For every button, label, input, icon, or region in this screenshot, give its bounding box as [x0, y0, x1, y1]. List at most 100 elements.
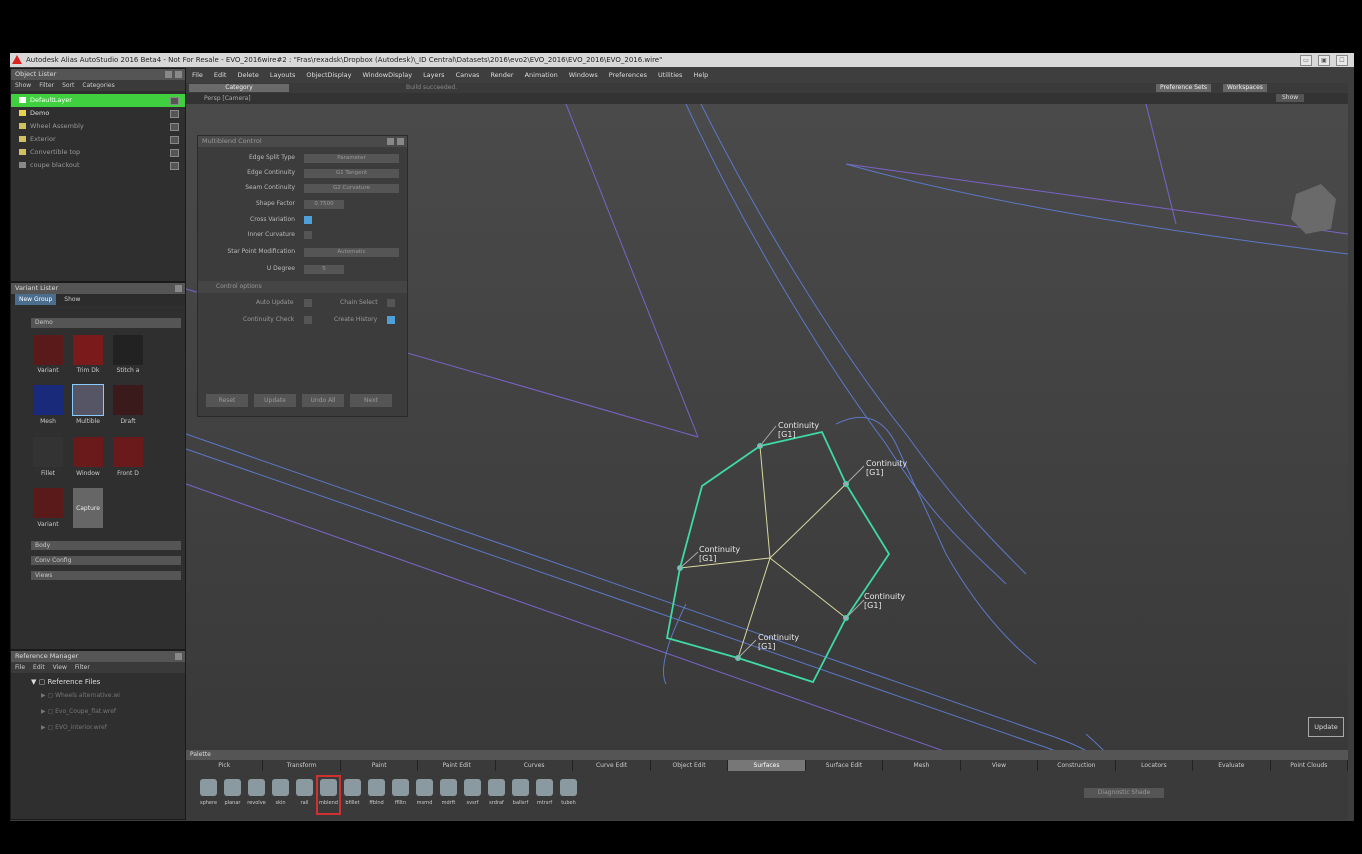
maximize-button[interactable]: ▣ [1318, 55, 1330, 66]
tool-fflltn[interactable]: fflltn [390, 777, 411, 813]
tool-ffblnd[interactable]: ffblnd [366, 777, 387, 813]
layer-visibility-icon[interactable] [170, 136, 179, 144]
ref-file-item[interactable]: ▶ ▢ Evo_Coupe_flat.wref [31, 708, 149, 724]
variant-thumbnail[interactable] [113, 385, 143, 415]
cross-variation-checkbox[interactable] [304, 216, 312, 224]
variant-thumbnail[interactable] [113, 335, 143, 365]
tool-sphere[interactable]: sphere [198, 777, 219, 813]
ref-file-item[interactable]: ▶ ▢ Wheels alternative.wi [31, 692, 149, 708]
dialog-close-icon[interactable] [397, 138, 404, 145]
seam-continuity-select[interactable]: G2 Curvature [304, 184, 399, 193]
continuity-check-checkbox[interactable] [304, 316, 312, 324]
variant-slider-conv-config[interactable]: Conv Config [31, 556, 181, 565]
tool-svsrf[interactable]: svsrf [462, 777, 483, 813]
panel-pin-icon[interactable] [175, 285, 182, 292]
variant-thumbnail[interactable] [72, 384, 104, 416]
palette-tab-pick[interactable]: Pick [186, 760, 264, 771]
layer-visibility-icon[interactable] [170, 110, 179, 118]
panel-close-icon[interactable] [175, 71, 182, 78]
category-dropdown[interactable]: Category [189, 84, 289, 92]
menu-filter[interactable]: Filter [39, 80, 54, 91]
layer-visibility-icon[interactable] [170, 123, 179, 131]
palette-tab-paint-edit[interactable]: Paint Edit [418, 760, 496, 771]
u-degree-field[interactable]: 5 [304, 265, 344, 274]
menu-windowdisplay[interactable]: WindowDisplay [362, 71, 412, 79]
control-options-header[interactable]: Control options [216, 281, 262, 293]
variant-thumbnail[interactable] [33, 385, 63, 415]
menu-preferences[interactable]: Preferences [609, 71, 647, 79]
palette-tab-locators[interactable]: Locators [1116, 760, 1194, 771]
tool-tubeh[interactable]: tubeh [558, 777, 579, 813]
diagnostic-shade-dropdown[interactable]: Diagnostic Shade [1084, 788, 1164, 798]
layer-visibility-icon[interactable] [170, 97, 179, 105]
tool-revolve[interactable]: revolve [246, 777, 267, 813]
chain-select-checkbox[interactable] [387, 299, 395, 307]
palette-tab-surfaces[interactable]: Surfaces [728, 760, 806, 771]
tool-msrnd[interactable]: msrnd [414, 777, 435, 813]
layer-item[interactable]: Demo [11, 107, 185, 120]
star-point-select[interactable]: Automatic [304, 248, 399, 257]
edge-split-type-select[interactable]: Parameter [304, 154, 399, 163]
tool-mblend[interactable]: mblend [316, 775, 341, 815]
menu-windows[interactable]: Windows [569, 71, 598, 79]
layer-item[interactable]: Wheel Assembly [11, 120, 185, 133]
menu-utilities[interactable]: Utilities [658, 71, 682, 79]
layer-item[interactable]: Exterior [11, 133, 185, 146]
variant-thumbnail[interactable] [33, 437, 63, 467]
palette-tab-evaluate[interactable]: Evaluate [1193, 760, 1271, 771]
update-button[interactable]: Update [1308, 717, 1344, 737]
dialog-pin-icon[interactable] [387, 138, 394, 145]
ref-menu-view[interactable]: View [53, 662, 67, 673]
palette-tab-transform[interactable]: Transform [263, 760, 341, 771]
tool-mtrsrf[interactable]: mtrsrf [534, 777, 555, 813]
variant-slider-body[interactable]: Body [31, 541, 181, 550]
ref-menu-file[interactable]: File [15, 662, 25, 673]
tool-rail[interactable]: rail [294, 777, 315, 813]
tool-ballsrf[interactable]: ballsrf [510, 777, 531, 813]
update-apply-button[interactable]: Update [254, 394, 296, 407]
minimize-button[interactable]: ▭ [1300, 55, 1312, 66]
palette-tab-view[interactable]: View [961, 760, 1039, 771]
palette-tab-curves[interactable]: Curves [496, 760, 574, 771]
palette-tab-paint[interactable]: Paint [341, 760, 419, 771]
menu-objectdisplay[interactable]: ObjectDisplay [306, 71, 351, 79]
variant-thumbnail[interactable] [73, 335, 103, 365]
ref-menu-filter[interactable]: Filter [75, 662, 90, 673]
menu-layouts[interactable]: Layouts [270, 71, 295, 79]
palette-tab-mesh[interactable]: Mesh [883, 760, 961, 771]
next-button[interactable]: Next [350, 394, 392, 407]
panel-pin-icon[interactable] [165, 71, 172, 78]
auto-update-checkbox[interactable] [304, 299, 312, 307]
palette-tab-point-clouds[interactable]: Point Clouds [1271, 760, 1349, 771]
camera-label[interactable]: Persp [Camera] [204, 95, 251, 102]
tab-show[interactable]: Show [64, 294, 80, 305]
menu-help[interactable]: Help [693, 71, 708, 79]
menu-sort[interactable]: Sort [62, 80, 74, 91]
palette-tab-curve-edit[interactable]: Curve Edit [573, 760, 651, 771]
layer-item[interactable]: Convertible top [11, 146, 185, 159]
layer-item[interactable]: DefaultLayer [11, 94, 185, 107]
tab-new-group[interactable]: New Group [15, 294, 57, 305]
close-button[interactable]: ☐ [1336, 55, 1348, 66]
variant-thumbnail[interactable] [113, 437, 143, 467]
palette-tab-construction[interactable]: Construction [1038, 760, 1116, 771]
inner-curvature-checkbox[interactable] [304, 231, 312, 239]
variant-thumbnail[interactable] [73, 437, 103, 467]
menu-edit[interactable]: Edit [214, 71, 227, 79]
layer-item[interactable]: coupe blackout [11, 159, 185, 172]
tool-skin[interactable]: skin [270, 777, 291, 813]
menu-file[interactable]: File [192, 71, 203, 79]
tool-bfillet[interactable]: bfillet [342, 777, 363, 813]
variant-thumbnail[interactable] [33, 488, 63, 518]
preference-sets-button[interactable]: Preference Sets [1156, 84, 1212, 92]
variant-thumbnail[interactable] [33, 335, 63, 365]
palette-tab-object-edit[interactable]: Object Edit [651, 760, 729, 771]
menu-animation[interactable]: Animation [525, 71, 558, 79]
variant-slider-views[interactable]: Views [31, 571, 181, 580]
create-history-checkbox[interactable] [387, 316, 395, 324]
panel-pin-icon[interactable] [175, 653, 182, 660]
variant-group-header[interactable]: Demo [31, 318, 181, 328]
show-button[interactable]: Show [1276, 94, 1305, 102]
undo-all-button[interactable]: Undo All [302, 394, 344, 407]
menu-delete[interactable]: Delete [237, 71, 258, 79]
